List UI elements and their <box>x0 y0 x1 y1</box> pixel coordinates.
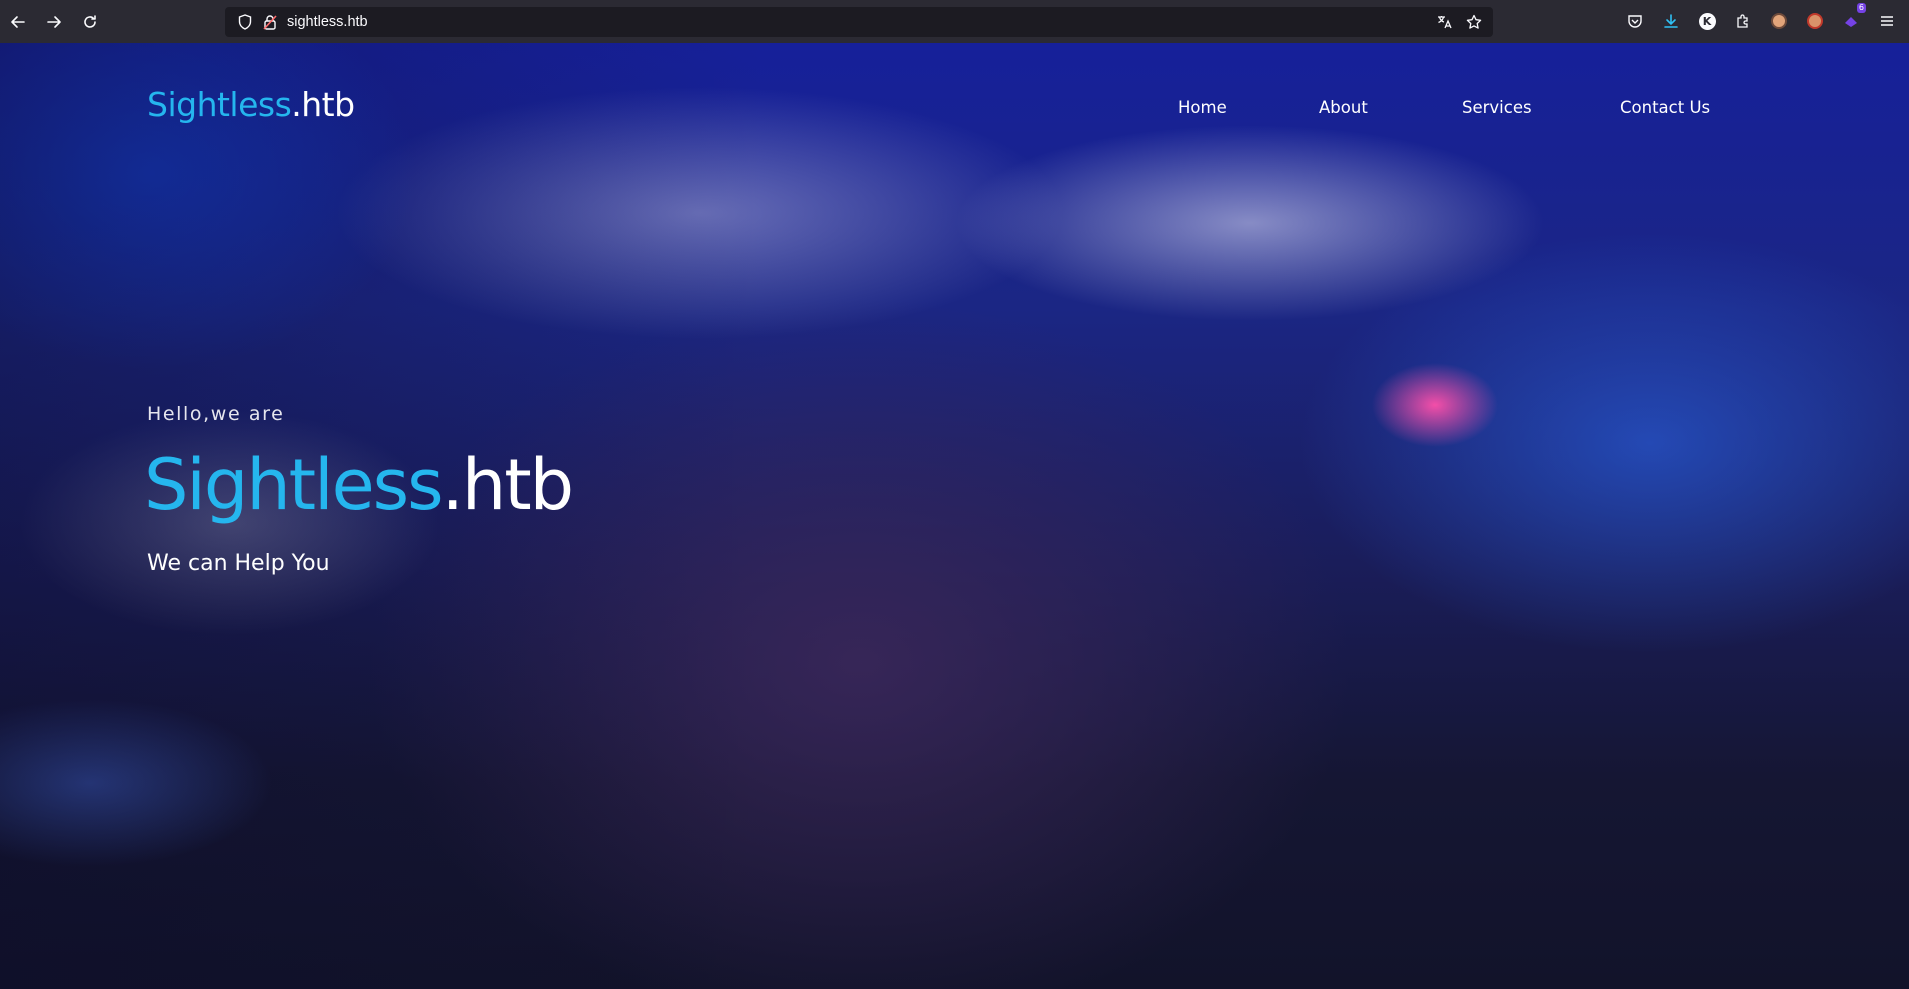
logo-brand: Sightless <box>147 85 292 124</box>
hero-title-brand: Sightless <box>144 444 444 526</box>
toolbar-extensions: K 6 <box>1623 3 1899 33</box>
url-text[interactable]: sightless.htb <box>287 14 368 30</box>
logo-tld: .htb <box>291 85 355 124</box>
reload-icon <box>84 14 96 28</box>
arrow-right-icon <box>47 15 61 28</box>
arrow-left-icon <box>11 15 25 28</box>
character-extension-icon[interactable] <box>1803 9 1827 33</box>
bookmark-star-icon[interactable] <box>1463 11 1485 33</box>
reload-button[interactable] <box>72 0 108 43</box>
translate-icon[interactable] <box>1433 11 1455 33</box>
nav-contact-us[interactable]: Contact Us <box>1620 98 1710 117</box>
cookie-extension-icon[interactable] <box>1767 9 1791 33</box>
forward-button[interactable] <box>36 0 72 43</box>
hero-subtitle: We can Help You <box>147 551 330 576</box>
nav-services[interactable]: Services <box>1462 98 1532 117</box>
browser-toolbar: sightless.htb K 6 <box>0 0 1909 43</box>
download-icon[interactable] <box>1659 9 1683 33</box>
menu-hamburger-icon[interactable] <box>1875 9 1899 33</box>
nav-about[interactable]: About <box>1319 98 1368 117</box>
hero-greeting: Hello,we are <box>147 403 285 425</box>
back-button[interactable] <box>0 0 36 43</box>
insecure-lock-icon[interactable] <box>261 12 279 32</box>
hero-section: Sightless.htb Home About Services Contac… <box>0 43 1909 989</box>
nav-home[interactable]: Home <box>1178 98 1227 117</box>
site-logo[interactable]: Sightless.htb <box>147 85 355 124</box>
hero-title: Sightless.htb <box>144 443 574 527</box>
pocket-icon[interactable] <box>1623 9 1647 33</box>
address-bar[interactable]: sightless.htb <box>225 7 1493 37</box>
extensions-puzzle-icon[interactable] <box>1731 9 1755 33</box>
purple-extension-icon[interactable]: 6 <box>1839 3 1866 33</box>
profile-k-icon[interactable]: K <box>1695 9 1719 33</box>
hero-title-tld: .htb <box>441 444 574 526</box>
extension-badge-count: 6 <box>1856 3 1866 13</box>
urlbar-actions <box>1433 11 1485 33</box>
shield-icon[interactable] <box>235 12 255 32</box>
profile-initial: K <box>1698 12 1716 30</box>
